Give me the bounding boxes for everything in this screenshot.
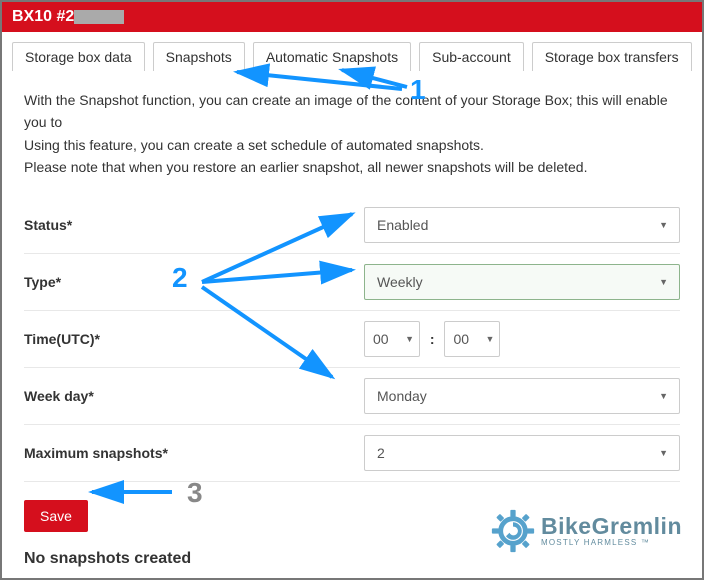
select-hour-wrap: 00 [364, 321, 420, 357]
tab-label: Sub-account [432, 49, 511, 65]
desc-line: Please note that when you restore an ear… [24, 156, 680, 178]
label-max-snapshots: Maximum snapshots* [24, 445, 364, 461]
page-header: BX10 #2 [2, 2, 702, 32]
select-minute-wrap: 00 [444, 321, 500, 357]
header-title-prefix: BX10 #2 [12, 8, 74, 25]
save-button[interactable]: Save [24, 500, 88, 532]
select-max-snapshots[interactable]: 2 [364, 435, 680, 471]
content-area: With the Snapshot function, you can crea… [2, 71, 702, 578]
label-weekday: Week day* [24, 388, 364, 404]
select-type[interactable]: Weekly [364, 264, 680, 300]
row-status: Status* Enabled [24, 197, 680, 254]
logo-line1: BikeGremlin [541, 515, 682, 538]
gear-icon [491, 509, 535, 553]
row-max-snapshots: Maximum snapshots* 2 [24, 425, 680, 482]
row-type: Type* Weekly [24, 254, 680, 311]
select-type-wrap: Weekly [364, 264, 680, 300]
row-weekday: Week day* Monday [24, 368, 680, 425]
select-max-wrap: 2 [364, 435, 680, 471]
row-time: Time(UTC)* 00 : 00 [24, 311, 680, 368]
watermark-logo: BikeGremlin MOSTLY HARMLESS ™ [491, 509, 682, 553]
select-status[interactable]: Enabled [364, 207, 680, 243]
desc-line: Using this feature, you can create a set… [24, 134, 680, 156]
desc-line: With the Snapshot function, you can crea… [24, 89, 680, 134]
select-weekday[interactable]: Monday [364, 378, 680, 414]
save-label: Save [40, 508, 72, 524]
tab-label: Storage box data [25, 49, 132, 65]
time-separator: : [430, 331, 435, 347]
logo-text: BikeGremlin MOSTLY HARMLESS ™ [541, 515, 682, 547]
tab-snapshots[interactable]: Snapshots [153, 42, 245, 71]
logo-line2: MOSTLY HARMLESS ™ [541, 538, 682, 547]
tab-label: Snapshots [166, 49, 232, 65]
select-minute[interactable]: 00 [444, 321, 500, 357]
label-status: Status* [24, 217, 364, 233]
header-id-obscured [74, 10, 124, 24]
description-text: With the Snapshot function, you can crea… [24, 89, 680, 179]
label-type: Type* [24, 274, 364, 290]
label-time: Time(UTC)* [24, 331, 364, 347]
select-hour[interactable]: 00 [364, 321, 420, 357]
tab-label: Storage box transfers [545, 49, 679, 65]
app-window: BX10 #2 Storage box data Snapshots Autom… [0, 0, 704, 580]
tab-label: Automatic Snapshots [266, 49, 398, 65]
tab-automatic-snapshots[interactable]: Automatic Snapshots [253, 42, 411, 71]
select-status-wrap: Enabled [364, 207, 680, 243]
select-weekday-wrap: Monday [364, 378, 680, 414]
tab-bar: Storage box data Snapshots Automatic Sna… [2, 32, 702, 71]
tab-sub-account[interactable]: Sub-account [419, 42, 524, 71]
tab-storage-box-transfers[interactable]: Storage box transfers [532, 42, 692, 71]
tab-storage-box-data[interactable]: Storage box data [12, 42, 145, 71]
